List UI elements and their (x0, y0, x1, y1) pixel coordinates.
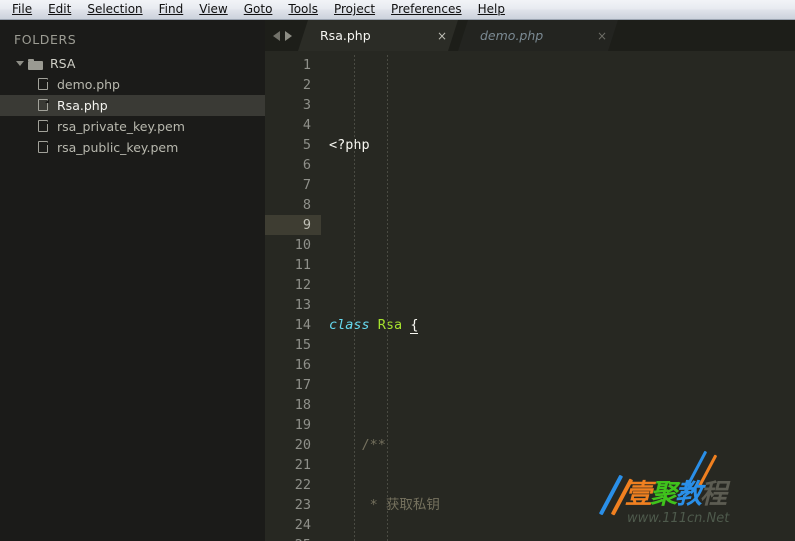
line-number: 25 (265, 535, 321, 541)
line-number: 1 (302, 57, 311, 73)
line-number: 14 (294, 317, 311, 333)
code-line-7: * 获取私钥 (329, 497, 440, 513)
menu-item-project[interactable]: Project (326, 0, 383, 19)
sidebar-file-demo-php[interactable]: demo.php (0, 74, 265, 95)
line-number: 21 (294, 457, 311, 473)
line-number: 2 (302, 77, 311, 93)
arrow-left-icon[interactable] (273, 30, 280, 41)
tab-demo-php[interactable]: demo.php × (458, 20, 618, 51)
tab-bar: Rsa.php × demo.php × (265, 20, 795, 51)
line-number: 6 (302, 157, 311, 173)
line-number: 23 (294, 497, 311, 513)
arrow-right-icon[interactable] (285, 30, 292, 41)
line-number: 16 (294, 357, 311, 373)
menu-item-selection-label: Selection (87, 2, 143, 16)
menu-item-preferences[interactable]: Preferences (383, 0, 470, 19)
sidebar-file-rsa-private-key-pem[interactable]: rsa_private_key.pem (0, 116, 265, 137)
menu-item-selection[interactable]: Selection (79, 0, 150, 19)
tab-nav-buttons (265, 20, 298, 51)
line-number: 20 (294, 437, 311, 453)
menu-item-project-label: Project (333, 2, 376, 16)
line-number: 9 (265, 215, 321, 235)
line-number: 7 (302, 177, 311, 193)
sidebar-folder-label: RSA (50, 56, 76, 71)
menu-item-find[interactable]: Find (151, 0, 192, 19)
sidebar-folder-rsa[interactable]: RSA (0, 53, 265, 74)
menu-item-tools-label: Tools (288, 2, 318, 16)
menu-item-view[interactable]: View (191, 0, 235, 19)
menu-item-tools[interactable]: Tools (280, 0, 326, 19)
line-number: 5 (302, 137, 311, 153)
file-icon (38, 140, 50, 155)
menu-item-find-label: Find (158, 2, 184, 16)
menu-item-view-label: View (199, 2, 228, 16)
code-editor[interactable]: 1234567891011121314151617181920212223242… (265, 51, 795, 541)
sidebar-file-label: Rsa.php (57, 98, 108, 113)
sidebar-file-rsa-public-key-pem[interactable]: rsa_public_key.pem (0, 137, 265, 158)
close-icon[interactable]: × (596, 30, 608, 42)
menu-item-edit[interactable]: Edit (40, 0, 79, 19)
sidebar-heading-folders: FOLDERS (14, 32, 77, 47)
menu-bar: File Edit Selection Find View Goto Tools… (0, 0, 795, 20)
line-number: 4 (302, 117, 311, 133)
code-line-4: class Rsa { (329, 317, 419, 334)
menu-item-preferences-label: Preferences (391, 2, 462, 16)
file-icon (38, 98, 50, 113)
line-number: 19 (294, 417, 311, 433)
line-number: 12 (294, 277, 311, 293)
indent-guides (321, 51, 419, 541)
line-number: 22 (294, 477, 311, 493)
line-number: 8 (302, 197, 311, 213)
line-number: 18 (294, 397, 311, 413)
file-icon (38, 119, 50, 134)
sidebar: FOLDERS RSA demo.php Rsa.php rsa_private… (0, 20, 265, 541)
tab-label: demo.php (480, 28, 544, 43)
line-number: 17 (294, 377, 311, 393)
sidebar-file-label: rsa_public_key.pem (57, 140, 179, 155)
line-number: 15 (294, 337, 311, 353)
editor-pane: Rsa.php × demo.php × 1 2 3 4 5 6 7 8 9 10 11 12 13 14… (265, 20, 795, 541)
file-icon (38, 77, 50, 92)
code-content[interactable]: <?php class Rsa { /** * 获取私钥 * @return b… (321, 51, 795, 541)
menu-item-file[interactable]: File (4, 0, 40, 19)
line-number: 13 (294, 297, 311, 313)
sidebar-file-rsa-php[interactable]: Rsa.php (0, 95, 265, 116)
menu-item-goto-label: Goto (243, 2, 273, 16)
line-number: 11 (294, 257, 311, 273)
tab-label: Rsa.php (320, 28, 371, 43)
menu-item-goto[interactable]: Goto (236, 0, 281, 19)
code-line-6: /** (329, 437, 386, 453)
sidebar-file-label: demo.php (57, 77, 120, 92)
sublime-text-window: File Edit Selection Find View Goto Tools… (0, 0, 795, 541)
workspace: FOLDERS RSA demo.php Rsa.php rsa_private… (0, 20, 795, 541)
line-number: 24 (294, 517, 311, 533)
line-number-gutter: 1234567891011121314151617181920212223242… (265, 51, 321, 541)
folder-icon (28, 58, 43, 70)
code-line-1: <?php (329, 137, 370, 153)
menu-item-file-label: File (12, 2, 33, 16)
menu-item-edit-label: Edit (48, 2, 72, 16)
menu-item-help[interactable]: Help (470, 0, 513, 19)
close-icon[interactable]: × (436, 30, 448, 42)
menu-item-help-label: Help (477, 2, 505, 16)
line-number: 10 (294, 237, 311, 253)
sidebar-file-label: rsa_private_key.pem (57, 119, 185, 134)
tab-rsa-php[interactable]: Rsa.php × (298, 20, 458, 51)
indent-guide (354, 55, 355, 541)
chevron-down-icon[interactable] (14, 57, 27, 70)
line-number: 3 (302, 97, 311, 113)
indent-guide (387, 55, 388, 541)
